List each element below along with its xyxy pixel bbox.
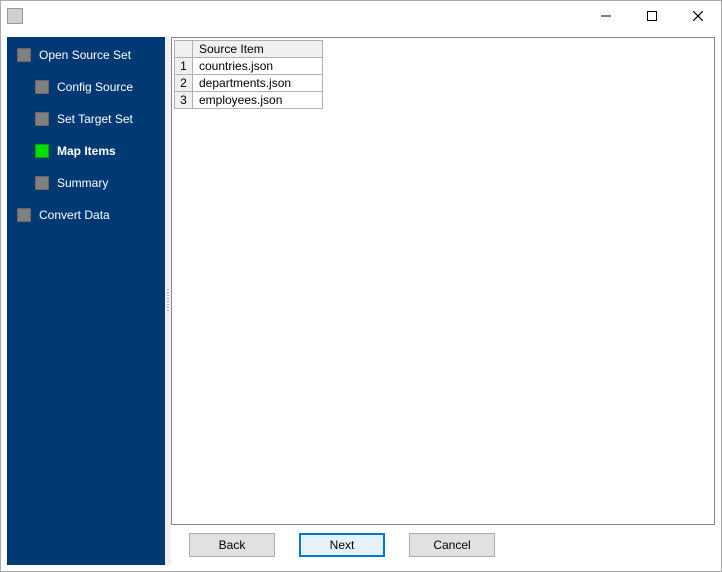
cell-source-item: departments.json (193, 75, 323, 92)
maximize-button[interactable] (629, 1, 675, 31)
step-open-source-set[interactable]: Open Source Set (7, 45, 165, 65)
step-box-icon (17, 208, 31, 222)
minimize-button[interactable] (583, 1, 629, 31)
table-row[interactable]: 2 departments.json (175, 75, 323, 92)
step-label: Summary (57, 176, 108, 190)
wizard-window: Open Source Set Config Source Set Target… (0, 0, 722, 572)
dialog-body: Open Source Set Config Source Set Target… (1, 31, 721, 571)
close-icon (693, 11, 703, 21)
cell-source-item: countries.json (193, 58, 323, 75)
step-box-icon (35, 112, 49, 126)
wizard-steps-tree: Open Source Set Config Source Set Target… (7, 45, 165, 225)
row-number: 3 (175, 92, 193, 109)
step-box-icon (35, 144, 49, 158)
step-summary[interactable]: Summary (7, 173, 165, 193)
step-box-icon (35, 80, 49, 94)
close-button[interactable] (675, 1, 721, 31)
table-row[interactable]: 1 countries.json (175, 58, 323, 75)
row-number: 2 (175, 75, 193, 92)
row-number: 1 (175, 58, 193, 75)
step-label: Open Source Set (39, 48, 131, 62)
button-bar: Back Next Cancel (171, 525, 715, 565)
col-header-source-item[interactable]: Source Item (193, 41, 323, 58)
window-controls (583, 1, 721, 31)
wizard-sidebar: Open Source Set Config Source Set Target… (7, 37, 165, 565)
step-box-icon (35, 176, 49, 190)
step-label: Set Target Set (57, 112, 133, 126)
main-panel: Source Item 1 countries.json 2 departmen… (171, 37, 715, 565)
grip-icon (167, 289, 169, 313)
back-button[interactable]: Back (189, 533, 275, 557)
table-row[interactable]: 3 employees.json (175, 92, 323, 109)
table-corner (175, 41, 193, 58)
step-box-icon (17, 48, 31, 62)
cell-source-item: employees.json (193, 92, 323, 109)
step-label: Map Items (57, 144, 116, 158)
source-items-table: Source Item 1 countries.json 2 departmen… (174, 40, 323, 109)
step-label: Config Source (57, 80, 133, 94)
step-config-source[interactable]: Config Source (7, 77, 165, 97)
step-convert-data[interactable]: Convert Data (7, 205, 165, 225)
maximize-icon (647, 11, 657, 21)
next-button[interactable]: Next (299, 533, 385, 557)
app-icon (7, 8, 23, 24)
table-header-row: Source Item (175, 41, 323, 58)
step-label: Convert Data (39, 208, 110, 222)
titlebar (1, 1, 721, 31)
content-area: Source Item 1 countries.json 2 departmen… (171, 37, 715, 525)
step-set-target-set[interactable]: Set Target Set (7, 109, 165, 129)
minimize-icon (601, 11, 611, 21)
cancel-button[interactable]: Cancel (409, 533, 495, 557)
step-map-items[interactable]: Map Items (7, 141, 165, 161)
